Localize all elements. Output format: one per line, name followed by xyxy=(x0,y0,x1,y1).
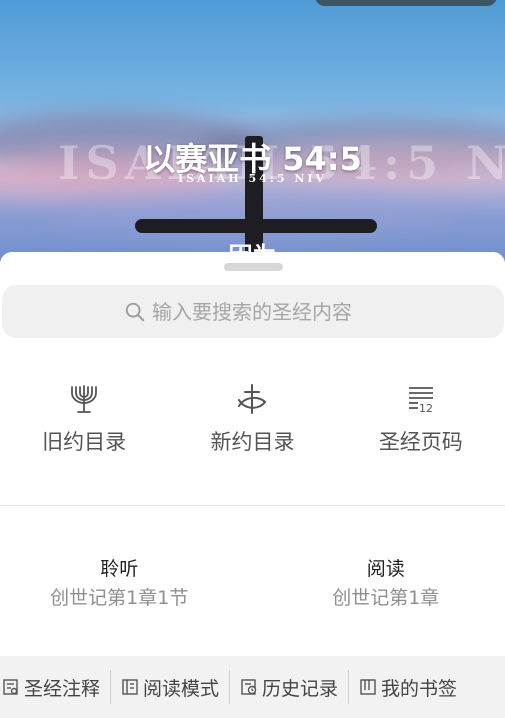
bookmark-icon xyxy=(360,679,376,695)
search-icon xyxy=(125,302,145,321)
top-pill xyxy=(315,0,497,6)
hero-verse-image[interactable]: ISAIAH 54:5 NIV 以赛亚书 54:5 ISAIAH 54:5 NI… xyxy=(0,0,505,262)
read-title: 阅读 xyxy=(366,558,405,580)
history-button[interactable]: 历史记录 xyxy=(230,670,348,704)
divider xyxy=(0,505,505,506)
verse-subtitle: ISAIAH 54:5 NIV xyxy=(177,172,328,185)
listen-progress: 创世记第1章1节 xyxy=(50,587,189,609)
svg-text:12: 12 xyxy=(419,402,433,415)
search-bar[interactable] xyxy=(2,285,504,338)
bottom-sheet: 旧约目录 新约目录 12 xyxy=(0,252,505,718)
continue-section: 聆听 创世记第1章1节 阅读 创世记第1章 xyxy=(0,554,505,614)
reading-mode-button[interactable]: 阅读模式 xyxy=(111,670,229,704)
old-testament-label: 旧约目录 xyxy=(42,430,127,454)
cross-fish-icon xyxy=(238,384,267,414)
bottom-toolbar: 圣经注释 阅读模式 历史记录 我的书签 xyxy=(0,656,505,718)
menorah-icon xyxy=(71,385,98,413)
annotation-label: 圣经注释 xyxy=(24,677,101,700)
history-label: 历史记录 xyxy=(262,677,339,700)
history-icon xyxy=(241,679,257,695)
annotation-icon xyxy=(3,679,18,695)
reading-mode-label: 阅读模式 xyxy=(143,677,220,700)
read-progress: 创世记第1章 xyxy=(332,587,440,609)
new-testament-label: 新约目录 xyxy=(210,430,295,454)
cross-horizontal xyxy=(135,219,377,233)
search-input[interactable] xyxy=(152,299,382,324)
drag-handle[interactable] xyxy=(224,263,283,271)
page-number-icon: 12 xyxy=(408,387,433,415)
listen-continue-button[interactable]: 聆听 创世记第1章1节 xyxy=(0,554,239,614)
new-testament-button[interactable]: 新约目录 xyxy=(168,382,336,472)
bookmarks-label: 我的书签 xyxy=(381,677,458,700)
annotation-button[interactable]: 圣经注释 xyxy=(0,670,110,704)
quick-nav: 旧约目录 新约目录 12 圣经页码 xyxy=(0,382,505,472)
listen-title: 聆听 xyxy=(100,558,139,580)
bible-page-number-label: 圣经页码 xyxy=(378,430,463,454)
bookmarks-button[interactable]: 我的书签 xyxy=(349,670,467,704)
read-continue-button[interactable]: 阅读 创世记第1章 xyxy=(267,554,505,614)
bible-page-number-button[interactable]: 12 圣经页码 xyxy=(337,382,505,472)
book-icon xyxy=(122,679,138,695)
old-testament-button[interactable]: 旧约目录 xyxy=(0,382,168,472)
